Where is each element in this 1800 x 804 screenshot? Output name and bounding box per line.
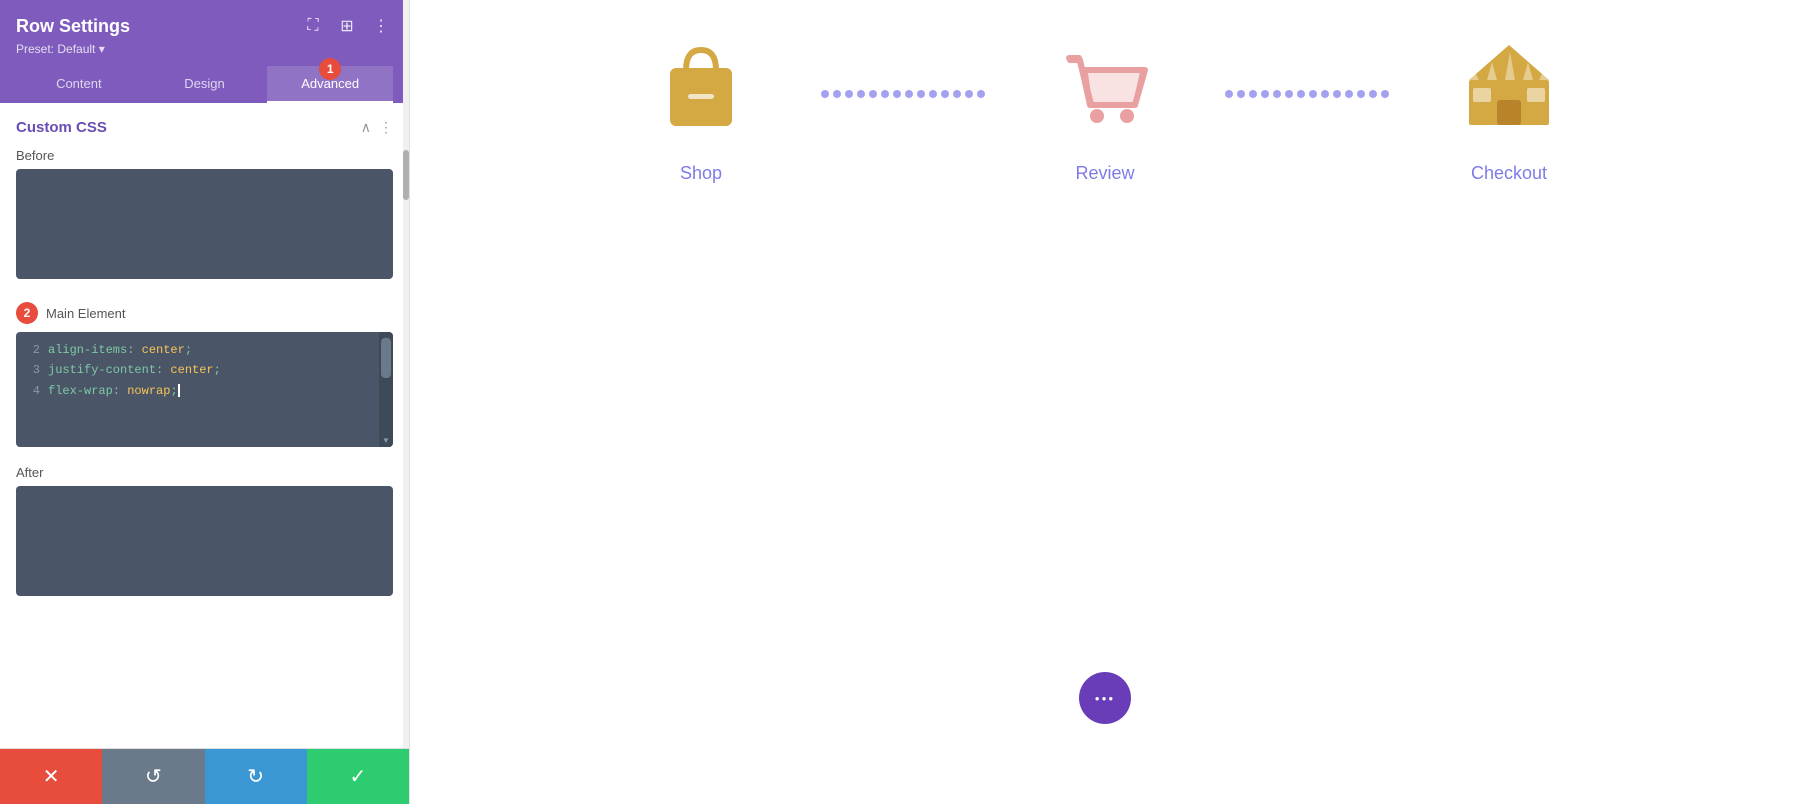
panel-header: Row Settings ⛶ ⊞ ⋮ Preset: Default ▾ Con… [0,0,409,103]
checkout-label: Checkout [1471,163,1547,184]
custom-css-title: Custom CSS [16,119,107,136]
save-button[interactable]: ✓ [307,749,409,804]
code-editor[interactable]: 2 align-items: center; 3 justify-content… [16,332,393,447]
main-element-label: Main Element [46,306,125,321]
redo-button[interactable]: ↻ [205,749,307,804]
main-element-badge: 2 [16,302,38,324]
after-label: After [16,465,393,480]
code-line-3: 3 justify-content: center; [24,360,357,380]
scrollbar-thumb[interactable] [381,338,391,378]
code-editor-inner: 2 align-items: center; 3 justify-content… [16,332,393,409]
section-controls: ∧ ⋮ [361,119,393,136]
before-label: Before [16,148,393,163]
advanced-badge: 1 [319,58,341,80]
flow-item-review: Review [995,40,1215,184]
section-dots-icon[interactable]: ⋮ [379,119,393,136]
panel-header-top: Row Settings ⛶ ⊞ ⋮ [16,14,393,38]
main-canvas: Shop [410,0,1800,804]
panel-scrollbar-thumb[interactable] [403,150,409,200]
shop-icon [656,40,746,145]
preset-row: Preset: Default ▾ [16,42,393,56]
preset-arrow: ▾ [99,42,105,56]
fab-button[interactable]: ●●● [1079,672,1131,724]
after-css-input[interactable] [16,486,393,596]
cart-icon [1055,40,1155,145]
panel-body: Custom CSS ∧ ⋮ Before 2 Main Element 2 a… [0,103,409,748]
flow-item-checkout: Checkout [1399,40,1619,184]
code-line-4: 4 flex-wrap: nowrap; [24,381,357,401]
main-element-row: 2 Main Element [16,302,393,324]
undo-button[interactable]: ↺ [102,749,204,804]
preset-label[interactable]: Preset: Default [16,42,95,56]
review-label: Review [1075,163,1134,184]
more-icon[interactable]: ⋮ [369,14,393,38]
cancel-button[interactable]: ✕ [0,749,102,804]
flow-row: Shop [410,40,1800,184]
scrollbar-down-arrow[interactable]: ▼ [379,433,393,447]
panel-scrollbar[interactable] [403,0,409,748]
bottom-toolbar: ✕ ↺ ↻ ✓ [0,748,409,804]
tab-row: Content Design 1 Advanced [16,66,393,103]
before-css-input[interactable] [16,169,393,279]
expand-icon[interactable]: ⛶ [301,14,325,38]
flow-dots-1 [821,90,985,134]
code-line-2: 2 align-items: center; [24,340,357,360]
code-editor-scrollbar[interactable]: ▲ ▼ [379,332,393,447]
collapse-icon[interactable]: ∧ [361,119,371,136]
shop-label: Shop [680,163,722,184]
layout-icon[interactable]: ⊞ [335,14,359,38]
panel-header-icons: ⛶ ⊞ ⋮ [301,14,393,38]
panel-title: Row Settings [16,16,130,37]
flow-item-shop: Shop [591,40,811,184]
tab-design[interactable]: Design [142,66,268,103]
store-icon [1459,40,1559,145]
tab-advanced[interactable]: 1 Advanced [267,66,393,103]
flow-dots-2 [1225,90,1389,134]
section-header: Custom CSS ∧ ⋮ [16,119,393,136]
left-panel: Row Settings ⛶ ⊞ ⋮ Preset: Default ▾ Con… [0,0,410,804]
tab-content[interactable]: Content [16,66,142,103]
